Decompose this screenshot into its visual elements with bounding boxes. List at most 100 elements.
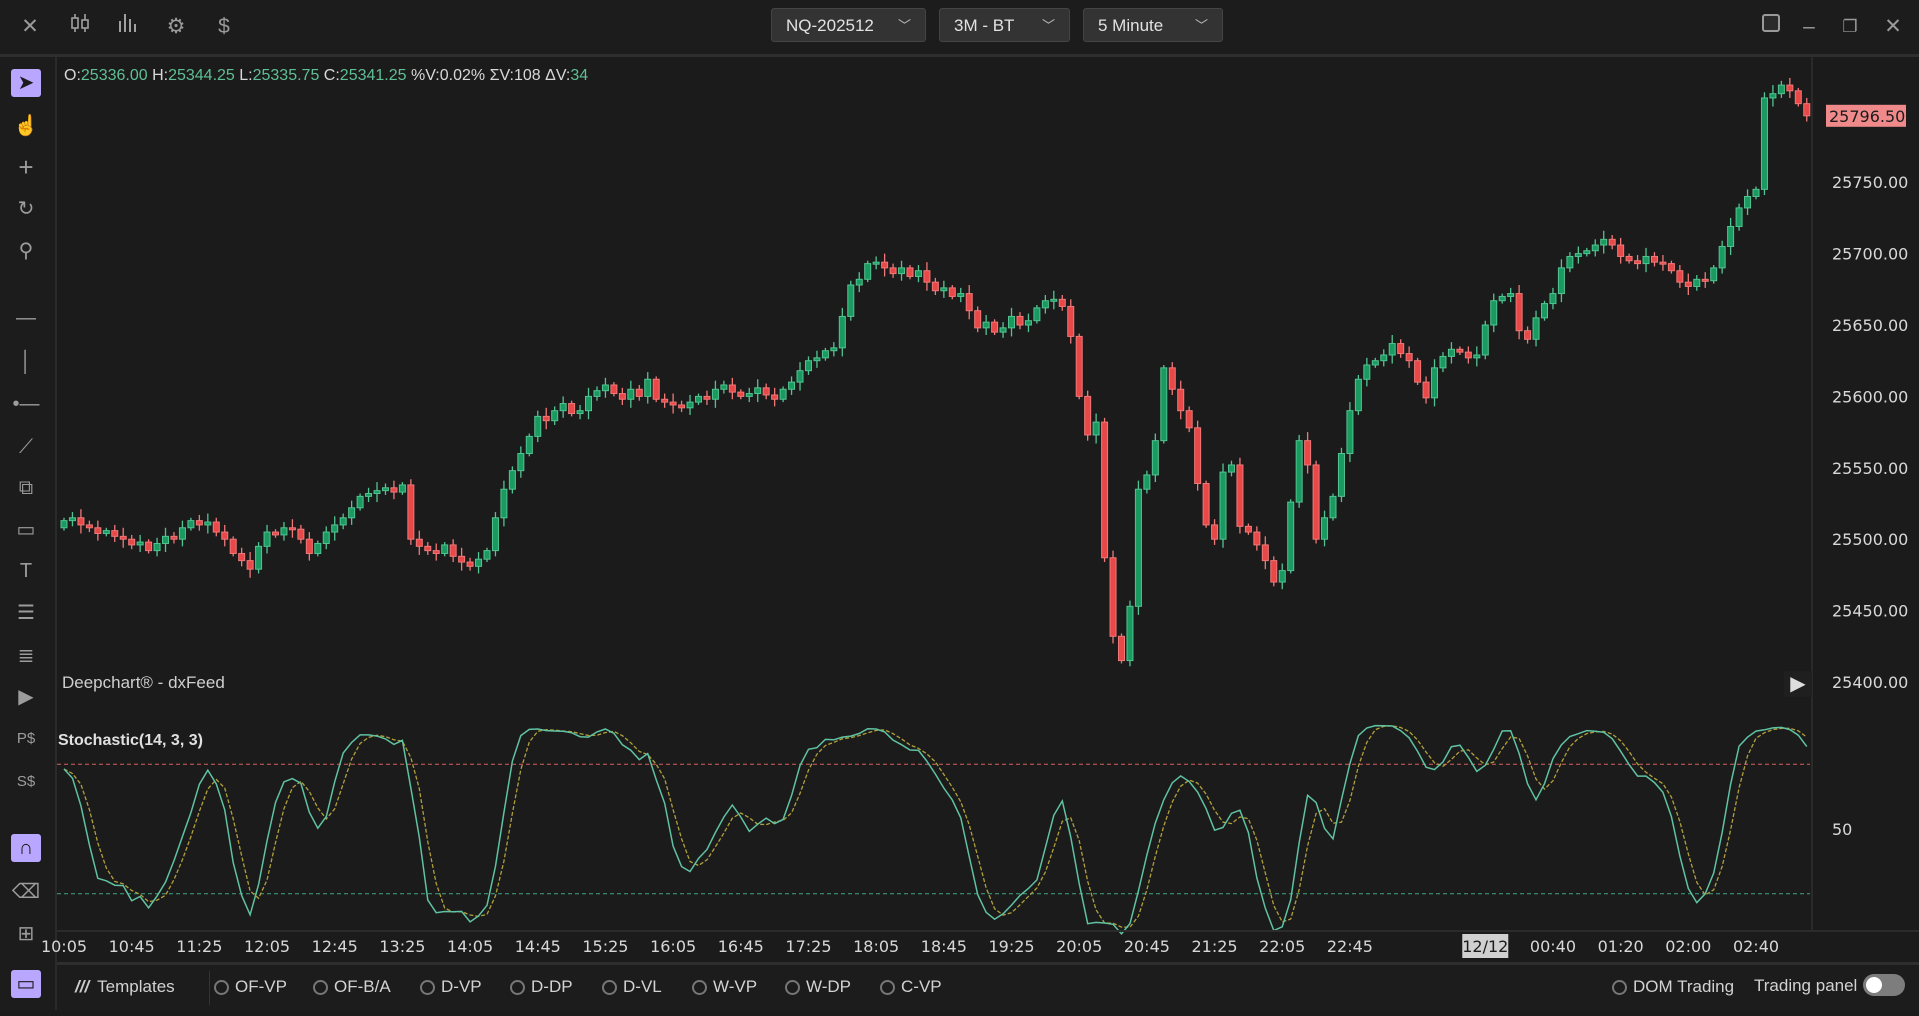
close-label: C: [323,67,340,84]
candle-up [754,387,762,395]
candle-down [305,538,313,554]
template-label: C-VP [901,977,942,996]
candle-up [1600,238,1608,246]
candle-down [1422,381,1430,399]
candle-down [195,520,203,526]
candle-up [517,453,525,472]
candle-up [1447,348,1455,357]
candle-down [703,395,711,400]
radio-icon [510,980,525,995]
candle-up [381,487,389,492]
dom-trading-radio[interactable]: DOM Trading [1612,977,1734,997]
candle-down [1185,410,1193,429]
candle-down [1464,351,1472,359]
template-w-dp[interactable]: W-DP [785,977,851,997]
candle-up [1735,207,1743,227]
candle-up [1354,378,1362,412]
candle-down [458,555,466,563]
candle-down [965,293,973,312]
candle-up [1371,360,1379,366]
template-label: D-VP [441,977,482,996]
candle-up [348,507,356,519]
candle-up [982,321,990,329]
candle-up [356,495,364,509]
candle-up [1642,255,1650,265]
radio-icon [602,980,617,995]
candle-down [948,287,956,297]
candle-down [542,415,550,422]
radio-icon [420,980,435,995]
templates-icon: /// [75,977,90,996]
candle-down [1101,421,1109,559]
price-tick-label: 25750.00 [1832,173,1908,192]
candle-down [288,527,296,531]
candle-down [1405,353,1413,362]
candle-down [1304,440,1312,466]
candle-up [821,350,829,359]
candle-up [585,395,593,412]
candle-down [771,394,779,400]
candle-down [1067,305,1075,337]
candle-up [1033,307,1041,322]
delta-volume-label: ΔV: [545,67,571,84]
toggle-switch[interactable] [1863,974,1906,996]
candle-up [796,370,804,383]
candle-up [1769,93,1777,99]
candle-down [906,267,914,277]
candle-down [737,391,745,397]
candle-down [1058,298,1066,307]
candle-up [813,357,821,362]
template-of-ba[interactable]: OF-B/A [313,977,391,997]
trading-panel-toggle[interactable]: Trading panel [1754,974,1906,996]
templates-button[interactable]: /// Templates [75,977,175,997]
price-tick-label: 25600.00 [1832,387,1908,406]
candle-down [212,521,220,533]
candle-up [1439,355,1447,369]
candle-up [1777,84,1785,95]
candle-up [779,388,787,400]
candle-down [931,281,939,292]
candle-down [991,321,999,333]
template-d-vl[interactable]: D-VL [602,977,662,997]
candle-up [788,381,796,390]
template-d-vp[interactable]: D-VP [420,977,482,997]
candle-down [272,531,279,536]
candle-up [398,484,406,493]
price-tick-label: 25700.00 [1832,245,1908,264]
candle-down [128,538,136,546]
ohlc-readout: O:25336.00 H:25344.25 L:25335.75 C:25341… [64,67,588,85]
candle-down [762,387,770,396]
candle-down [652,378,660,400]
scroll-to-latest-button[interactable]: ▶ [1784,671,1812,697]
candle-up [1295,440,1303,503]
stochastic-title: Stochastic(14, 3, 3) [58,732,203,749]
candle-down [1684,281,1692,287]
candle-up [1727,225,1735,247]
candle-up [601,384,609,392]
template-c-vp[interactable]: C-VP [880,977,942,997]
candle-down [1414,360,1422,383]
candles [60,77,1811,667]
candle-down [678,404,686,409]
candle-down [1118,635,1125,662]
candle-up [204,521,212,526]
candle-down [610,384,618,395]
candle-up [1329,495,1337,519]
time-axis[interactable] [57,930,1919,962]
template-of-vp[interactable]: OF-VP [214,977,287,997]
candle-up [1219,471,1227,540]
candle-down [1794,90,1802,105]
candle-up [1752,188,1760,197]
low-value: 25335.75 [252,67,320,84]
candle-down [1244,525,1252,533]
template-d-dp[interactable]: D-DP [510,977,573,997]
candle-down [1016,315,1024,326]
template-w-vp[interactable]: W-VP [692,977,757,997]
stochastic-pane [57,724,1810,936]
candle-up [314,542,322,554]
candle-down [449,544,457,557]
candle-down [390,487,398,493]
chart-canvas[interactable]: 25400.00 25450.00 25500.00 25550.00 25600.00… [0,0,1919,1016]
candle-up [1126,605,1134,662]
candle-up [745,393,753,397]
